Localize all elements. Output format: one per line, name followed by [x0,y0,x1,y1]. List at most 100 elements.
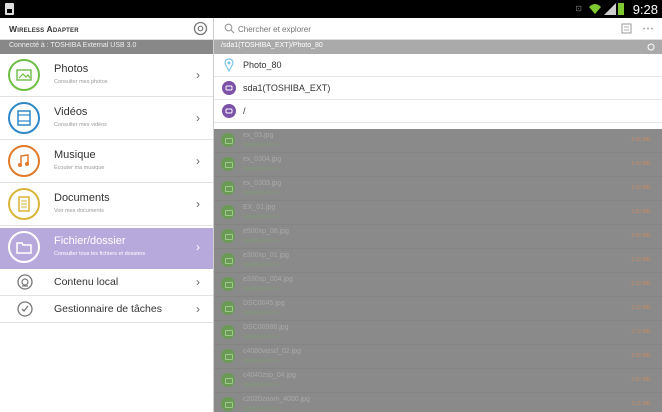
category-sub: Consulter mes photos [54,79,108,85]
refresh-icon[interactable] [647,43,655,51]
documents-circle [8,188,40,220]
category-sub: Consulter mes vidéos [54,122,107,128]
drive-icon [222,81,236,95]
sidebar: Wireless Adapter Connecté à : TOSHIBA Ex… [0,18,213,412]
file-browser: /sda1(TOSHIBA_EXT)/Photo_80 Photo_80 sda… [213,18,662,412]
file-size: 2.36 MB [631,137,650,143]
select-icon[interactable] [621,23,632,34]
sidebar-header: Wireless Adapter [0,18,213,40]
file-date: 2008/01/12 01:44 [243,190,279,195]
category-label: Fichier/dossier [54,235,126,247]
local-content-icon [17,274,33,290]
folder-icon [16,242,32,254]
nav-label: / [243,106,246,116]
music-circle [8,145,40,177]
nav-item-root[interactable]: / [214,100,662,123]
file-date: 2008/01/12 01:44 [243,166,279,171]
file-name: DSC0045.jpg [243,300,285,307]
sidebar-item-label: Gestionnaire de tâches [54,303,162,315]
chevron-right-icon: › [196,275,200,289]
file-size: 2.00 MB [631,233,650,239]
current-path: /sda1(TOSHIBA_EXT)/Photo_80 [221,42,323,49]
nav-label: sda1(TOSHIBA_EXT) [243,83,331,93]
root-drive-icon [222,104,236,118]
image-file-icon [221,205,235,219]
file-size: 2.12 MB [631,305,650,311]
category-documents[interactable]: Documents Voir mes documents › [0,185,213,226]
video-icon [17,110,31,126]
category-videos[interactable]: Vidéos Consulter mes vidéos › [0,99,213,140]
file-size: 2.19 MB [631,257,650,263]
settings-icon[interactable] [193,21,208,36]
file-size: 6.33 MB [631,281,650,287]
category-photos[interactable]: Photos Consulter mes photos › [0,56,213,97]
connection-label: Connecté à : TOSHIBA External USB 3.0 [9,42,137,49]
file-row[interactable]: c4080wzsd_02.jpg 2008/01/12 01:44 2.59 MB [214,345,662,369]
chevron-right-icon: › [196,111,200,125]
file-size: 2.57 MB [631,377,650,383]
files-circle [8,231,40,263]
image-file-icon [221,157,235,171]
category-label: Documents [54,192,110,204]
file-name: e500xp_08.jpg [243,228,289,235]
image-file-icon [221,229,235,243]
file-row[interactable]: DSC00986.jpg 2008/01/12 01:44 2.72 MB [214,321,662,345]
file-row[interactable]: e500xp_08.jpg 2008/01/12 01:44 2.00 MB [214,225,662,249]
file-size: 2.59 MB [631,353,650,359]
app-notification-icon [5,3,14,15]
file-row[interactable]: c2020zoom_4000.jpg 2008/01/12 01:44 2.11 M… [214,393,662,412]
image-file-icon [221,349,235,363]
file-name: ex_03.jpg [243,132,274,139]
location-pin-icon [224,58,234,72]
file-name: e300xp_01.jpg [243,252,289,259]
music-icon [18,154,29,167]
file-row[interactable]: ex_0304.jpg 2008/01/12 01:44 1.43 MB [214,153,662,177]
file-row[interactable]: c4040zsp_04.jpg 2008/01/12 01:44 2.57 MB [214,369,662,393]
image-file-icon [221,181,235,195]
category-music[interactable]: Musique Écouter ma musique › [0,142,213,183]
clock: 9:28 [632,2,658,17]
category-files-folders[interactable]: Fichier/dossier Consulter tous les fichi… [0,228,213,269]
file-row[interactable]: EX_01.jpg 2008/01/12 01:44 1.83 MB [214,201,662,225]
file-date: 2008/01/12 01:44 [243,142,279,147]
search-input[interactable] [238,22,568,36]
file-name: ex_0303.jpg [243,180,282,187]
wifi-icon [589,4,601,14]
file-row[interactable]: e330sp_004.jpg 2008/01/12 01:44 6.33 MB [214,273,662,297]
file-name: c4080wzsd_02.jpg [243,348,301,355]
sidebar-item-task-manager[interactable]: Gestionnaire de tâches › [0,296,213,323]
photo-icon [16,69,32,81]
category-sub: Écouter ma musique [54,165,105,171]
nav-item-drive[interactable]: sda1(TOSHIBA_EXT) [214,77,662,100]
chevron-right-icon: › [196,197,200,211]
file-row[interactable]: DSC0045.jpg 2008/01/12 01:44 2.12 MB [214,297,662,321]
file-row[interactable]: e300xp_01.jpg 2008/01/12 01:44 2.19 MB [214,249,662,273]
nav-label: Photo_80 [243,60,282,70]
app-title: Wireless Adapter [9,24,79,34]
search-bar [214,18,662,40]
search-icon [224,23,235,34]
file-date: 2008/01/12 01:44 [243,358,279,363]
image-file-icon [221,133,235,147]
file-date: 2008/01/12 01:44 [243,406,279,411]
category-label: Vidéos [54,106,88,118]
document-icon [18,196,30,212]
image-file-icon [221,397,235,411]
file-row[interactable]: ex_03.jpg 2008/01/12 01:44 2.36 MB [214,129,662,153]
file-list: ex_03.jpg 2008/01/12 01:44 2.36 MB ex_0304… [214,129,662,412]
file-row[interactable]: ex_0303.jpg 2008/01/12 01:44 1.59 MB [214,177,662,201]
nav-item-current-folder[interactable]: Photo_80 [214,54,662,77]
photos-circle [8,59,40,91]
category-label: Musique [54,149,96,161]
file-date: 2008/01/12 01:44 [243,310,279,315]
file-date: 2008/01/12 01:44 [243,262,279,267]
category-sub: Consulter tous les fichiers et dossiers [54,251,146,257]
path-bar: /sda1(TOSHIBA_EXT)/Photo_80 [214,40,662,54]
sidebar-item-local-content[interactable]: Contenu local › [0,269,213,296]
more-options-icon[interactable] [642,23,654,34]
category-label: Photos [54,63,89,75]
file-name: EX_01.jpg [243,204,276,211]
file-date: 2008/01/12 01:44 [243,214,279,219]
file-size: 1.83 MB [631,209,650,215]
image-file-icon [221,253,235,267]
